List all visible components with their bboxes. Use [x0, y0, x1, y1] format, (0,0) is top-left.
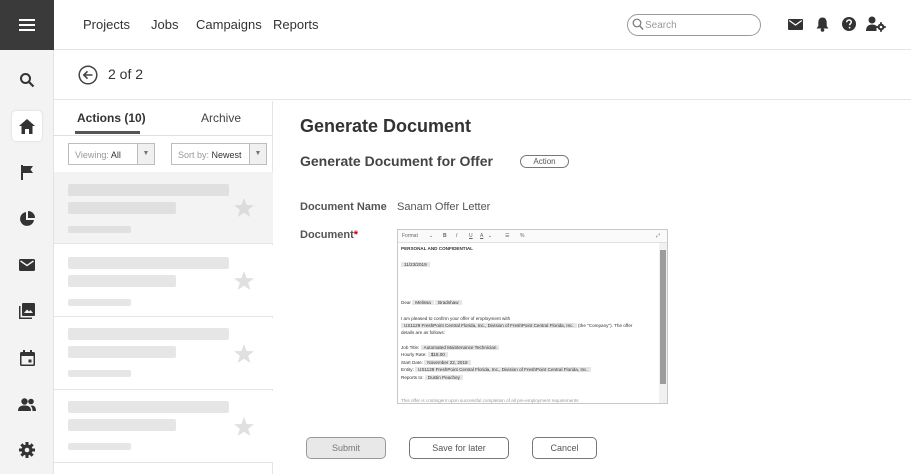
search-icon — [632, 18, 644, 30]
chevron-down-icon: ▼ — [137, 144, 154, 164]
rail-mail-button[interactable] — [0, 245, 54, 285]
doc-hourly-rate: $18.00 — [427, 352, 448, 357]
editor-toolbar: Format ⌄ B I U A ⌄ ☰ % ⤢ — [398, 230, 667, 243]
menu-button[interactable] — [0, 0, 54, 50]
underline-button[interactable]: U — [469, 233, 473, 239]
list-item[interactable] — [54, 172, 273, 244]
flag-icon — [20, 164, 33, 180]
nav-campaigns[interactable]: Campaigns — [196, 17, 262, 32]
doc-first-name: Melissa — [412, 300, 434, 305]
list-item[interactable] — [54, 391, 273, 463]
user-settings-icon[interactable] — [866, 16, 886, 32]
back-arrow-icon[interactable] — [78, 65, 98, 85]
doc-job-title: Automated Maintenance Technician — [420, 345, 500, 350]
document-name-value: Sanam Offer Letter — [397, 201, 491, 213]
nav-jobs[interactable]: Jobs — [151, 17, 178, 32]
sort-label: Sort by: — [178, 150, 212, 160]
doc-company: US1129 FreshPoint Central Florida, Inc.,… — [401, 323, 577, 328]
mail-icon — [19, 259, 35, 271]
doc-details: details are as follows: — [401, 330, 445, 335]
viewing-label: Viewing: — [75, 150, 111, 160]
main-content: Generate Document Generate Document for … — [274, 101, 911, 474]
left-rail — [0, 0, 54, 474]
calendar-icon — [19, 350, 35, 366]
cancel-button[interactable]: Cancel — [532, 437, 597, 459]
search-input[interactable] — [645, 18, 753, 33]
doc-heading: PERSONAL AND CONFIDENTIAL — [401, 246, 473, 251]
status-badge: Action — [520, 155, 569, 168]
list-icon[interactable]: ☰ — [505, 233, 509, 239]
people-icon — [18, 397, 36, 411]
star-icon[interactable] — [232, 196, 256, 220]
search-icon — [20, 73, 35, 88]
list-item[interactable] — [54, 245, 273, 317]
menu-icon — [19, 19, 35, 31]
chevron-down-icon: ▼ — [249, 144, 266, 164]
list-item[interactable] — [54, 318, 273, 390]
italic-button[interactable]: I — [456, 233, 457, 239]
doc-company-suffix: (the "Company"). The offer — [577, 323, 633, 328]
doc-reports-to: Dustin Peachey — [424, 375, 463, 380]
doc-intro: I am pleased to confirm your offer of em… — [401, 316, 511, 321]
viewing-value: All — [110, 150, 121, 160]
pie-chart-icon — [20, 211, 35, 226]
sub-header: 2 of 2 — [54, 50, 911, 100]
nav-projects[interactable]: Projects — [83, 17, 130, 32]
sort-value: Newest — [211, 150, 242, 160]
pager-label: 2 of 2 — [108, 66, 144, 82]
chevron-down-icon: ⌄ — [488, 233, 493, 239]
help-icon[interactable] — [842, 17, 856, 31]
bold-button[interactable]: B — [443, 233, 447, 239]
doc-last-name: Bradshaw — [435, 300, 462, 305]
nav-reports[interactable]: Reports — [273, 17, 319, 32]
submit-button[interactable]: Submit — [306, 437, 386, 459]
tab-actions[interactable]: Actions (10) — [77, 111, 146, 125]
rail-flag-button[interactable] — [0, 152, 54, 192]
actions-list-panel: Actions (10) Archive Viewing: All ▼ Sort… — [54, 101, 273, 474]
star-icon[interactable] — [232, 415, 256, 439]
home-icon — [19, 118, 35, 134]
doc-dear: Dear — [401, 300, 411, 305]
doc-start-date: November 22, 2019 — [424, 360, 471, 365]
sort-select[interactable]: Sort by: Newest ▼ — [171, 143, 267, 165]
search-box — [627, 14, 761, 36]
required-mark: * — [353, 229, 359, 241]
save-for-later-button[interactable]: Save for later — [409, 437, 509, 459]
document-editor[interactable]: Format ⌄ B I U A ⌄ ☰ % ⤢ PERSONAL AND CO… — [397, 229, 668, 404]
expand-icon[interactable]: ⤢ — [656, 233, 660, 239]
document-name-label: Document Name — [300, 201, 387, 213]
doc-cutoff-line: This offer is contingent upon successful… — [401, 398, 579, 403]
viewing-select[interactable]: Viewing: All ▼ — [68, 143, 155, 165]
format-dropdown[interactable]: Format — [402, 233, 418, 239]
rail-search-button[interactable] — [0, 60, 54, 100]
tab-archive[interactable]: Archive — [201, 111, 241, 125]
star-icon[interactable] — [232, 342, 256, 366]
bell-icon[interactable] — [816, 17, 829, 32]
rail-people-button[interactable] — [0, 384, 54, 424]
active-tab-indicator — [75, 131, 140, 134]
star-icon[interactable] — [232, 269, 256, 293]
doc-entity: US1129 FreshPoint Central Florida, Inc.,… — [415, 367, 591, 372]
top-nav: Projects Jobs Campaigns Reports — [54, 0, 911, 50]
rail-calendar-button[interactable] — [0, 338, 54, 378]
page-title: Generate Document — [300, 116, 472, 136]
editor-scrollbar-thumb[interactable] — [660, 250, 666, 384]
text-color-button[interactable]: A — [480, 233, 483, 239]
rail-home-button[interactable] — [0, 106, 54, 146]
rail-reports-button[interactable] — [0, 199, 54, 239]
gear-icon — [19, 442, 35, 458]
gallery-icon — [19, 303, 35, 319]
chevron-down-icon: ⌄ — [429, 233, 434, 239]
rail-settings-button[interactable] — [0, 430, 54, 470]
document-label: Document* — [300, 229, 359, 241]
doc-date: 11/23/2019 — [401, 262, 430, 267]
page-subtitle: Generate Document for Offer — [300, 153, 493, 169]
rail-gallery-button[interactable] — [0, 291, 54, 331]
tabs-divider — [54, 135, 273, 136]
link-icon[interactable]: % — [520, 233, 524, 239]
mail-icon[interactable] — [788, 19, 803, 30]
